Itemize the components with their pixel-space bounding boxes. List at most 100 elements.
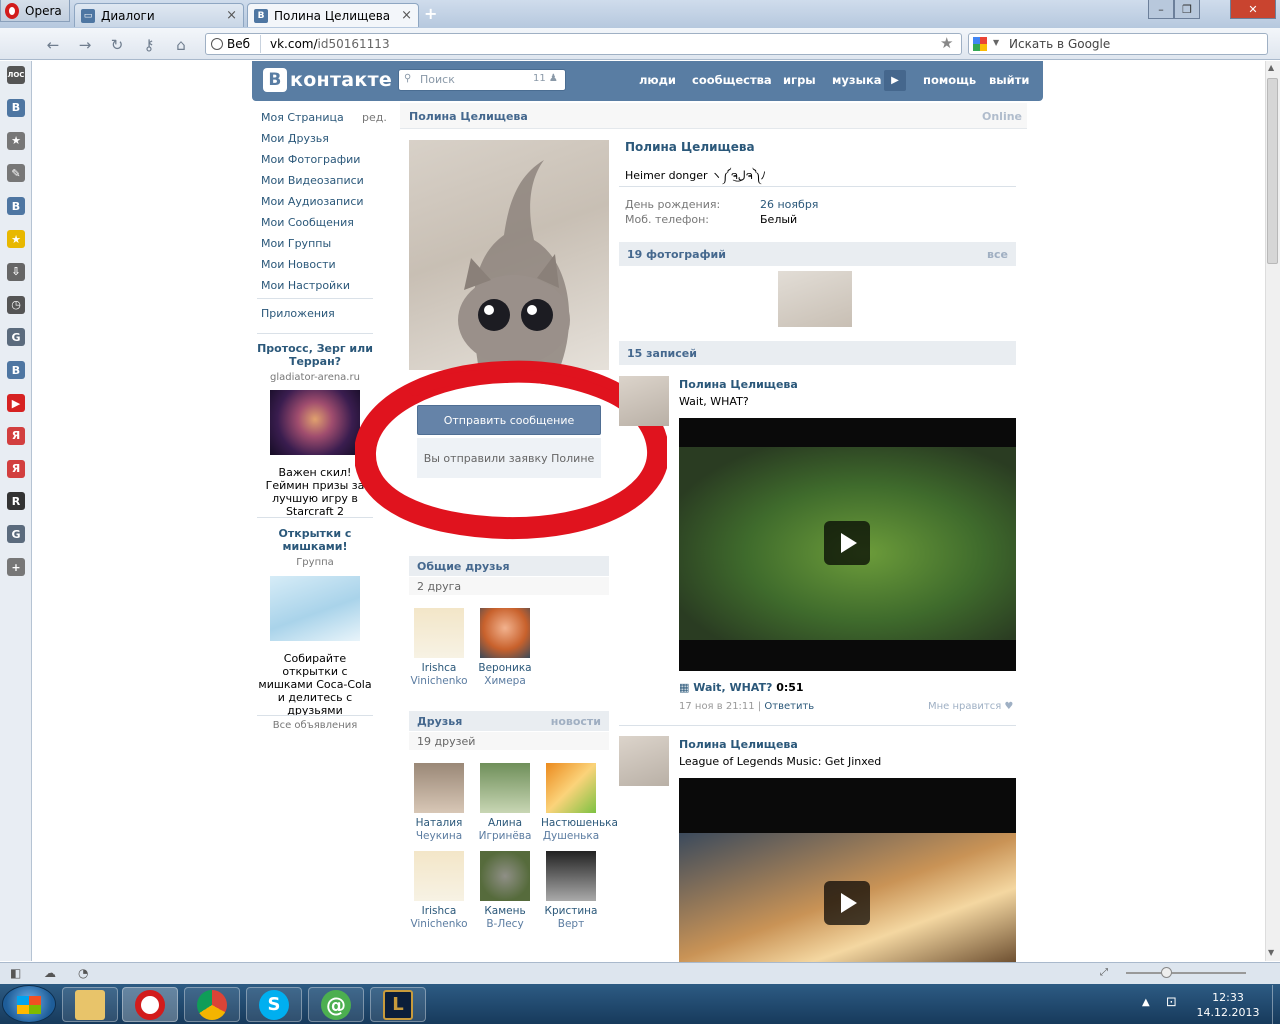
vk-icon[interactable]: В	[7, 197, 25, 216]
ad-image[interactable]	[270, 390, 360, 455]
friend-item[interactable]: Камень В-Лесу	[475, 851, 535, 931]
friends-news-link[interactable]: новости	[551, 715, 601, 728]
search-engine-dropdown-icon[interactable]: ▼	[993, 38, 999, 47]
friends-header[interactable]: Друзья новости	[409, 711, 609, 731]
friend-item[interactable]: Кристина Верт	[541, 851, 601, 931]
post-author-avatar[interactable]	[619, 736, 669, 786]
menu-item[interactable]: Мои Видеозаписи	[261, 174, 364, 187]
play-icon[interactable]	[824, 881, 870, 925]
friend-item[interactable]: Наталия Чеукина	[409, 763, 469, 843]
notes-icon[interactable]: ✎	[7, 164, 25, 183]
post-date[interactable]: 17 ноя в 21:11	[679, 701, 755, 712]
reload-icon[interactable]: ↻	[108, 36, 126, 54]
panel-toggle-icon[interactable]: ◧	[10, 966, 21, 980]
tab-dialogs[interactable]: ▭ Диалоги ×	[74, 3, 244, 27]
taskbar-league-of-legends[interactable]: L	[370, 987, 426, 1022]
menu-item[interactable]: Мои Аудиозаписи	[261, 195, 364, 208]
post-author-avatar[interactable]	[619, 376, 669, 426]
google-icon[interactable]: G	[7, 328, 25, 347]
birthday-value[interactable]: 26 ноября	[760, 198, 818, 211]
friend-last-name[interactable]: Чеукина	[409, 830, 469, 843]
like-button[interactable]: Мне нравится ♥	[928, 701, 1013, 712]
system-clock[interactable]: 12:33 14.12.2013	[1196, 990, 1260, 1020]
friend-avatar[interactable]	[414, 763, 464, 813]
friend-first-name[interactable]: Настюшенька	[541, 817, 618, 830]
friend-item[interactable]: Алина Игринёва	[475, 763, 535, 843]
scrollbar-thumb[interactable]	[1267, 78, 1278, 264]
friend-first-name[interactable]: Кристина	[541, 905, 601, 918]
friend-first-name[interactable]: Вероника	[475, 662, 535, 675]
menu-item[interactable]: Моя Страница	[261, 111, 344, 124]
menu-item[interactable]: Мои Новости	[261, 258, 336, 271]
friend-avatar[interactable]	[414, 851, 464, 901]
nav-games[interactable]: игры	[783, 73, 816, 87]
download-icon[interactable]: ⇩	[7, 262, 25, 281]
new-tab-button[interactable]: +	[424, 4, 437, 23]
friend-last-name[interactable]: Vinichenko	[409, 675, 469, 688]
home-icon[interactable]: ⌂	[172, 36, 190, 54]
menu-item[interactable]: Мои Настройки	[261, 279, 350, 292]
taskbar-skype[interactable]: S	[246, 987, 302, 1022]
ad-text[interactable]: Собирайте открытки с мишками Coca-Cola и…	[257, 652, 373, 717]
taskbar-mail-agent[interactable]: @	[308, 987, 364, 1022]
friend-item[interactable]: Настюшенька Душенька	[541, 763, 618, 843]
play-icon[interactable]	[824, 521, 870, 565]
taskbar-explorer[interactable]	[62, 987, 118, 1022]
friend-first-name[interactable]: Камень	[475, 905, 535, 918]
photos-header[interactable]: 19 фотографий все	[619, 242, 1016, 266]
profile-avatar[interactable]	[409, 140, 609, 370]
menu-item[interactable]: Мои Группы	[261, 237, 331, 250]
yandex-icon[interactable]: Я	[7, 426, 25, 445]
address-url[interactable]: vk.com/id50161113	[270, 37, 390, 51]
video-caption[interactable]: ▦ Wait, WHAT? 0:51	[679, 681, 804, 694]
start-button[interactable]	[2, 985, 56, 1023]
nav-help[interactable]: помощь	[923, 73, 976, 87]
friend-avatar[interactable]	[480, 851, 530, 901]
star-icon[interactable]: ★	[7, 131, 25, 150]
profile-status[interactable]: Heimer donger ヽ༼ຈل͜ຈ༽ﾉ	[625, 163, 766, 194]
ad-title[interactable]: Открытки с мишками!	[257, 527, 373, 553]
google-icon[interactable]: G	[7, 525, 25, 544]
bookmark-star-icon[interactable]: ★	[940, 34, 953, 52]
tab-profile[interactable]: В Полина Целищева ×	[247, 3, 419, 27]
ad-text[interactable]: Важен скил! Геймин призы за лучшую игру …	[257, 466, 373, 518]
vk-icon[interactable]: В	[7, 361, 25, 380]
forward-icon[interactable]: →	[76, 36, 94, 54]
network-icon[interactable]: ⊡	[1166, 995, 1177, 1010]
post-author[interactable]: Полина Целищева	[679, 738, 798, 751]
friend-last-name[interactable]: Душенька	[541, 830, 601, 843]
photos-all-link[interactable]: все	[987, 248, 1008, 261]
speed-icon[interactable]: ◔	[78, 966, 88, 980]
friend-avatar[interactable]	[414, 608, 464, 658]
youtube-icon[interactable]: ▶	[7, 394, 25, 412]
nav-music[interactable]: музыка	[832, 73, 882, 87]
nav-communities[interactable]: сообщества	[692, 73, 772, 87]
zoom-slider-knob[interactable]	[1161, 967, 1172, 978]
close-window-button[interactable]: ✕	[1230, 0, 1276, 19]
taskbar-opera[interactable]	[122, 987, 178, 1022]
show-desktop-button[interactable]	[1272, 985, 1280, 1024]
reply-link[interactable]: Ответить	[764, 701, 814, 712]
menu-item[interactable]: Мои Фотографии	[261, 153, 360, 166]
vk-icon[interactable]: В	[7, 98, 25, 117]
scroll-up-icon[interactable]: ▲	[1268, 63, 1274, 72]
friend-item[interactable]: Irishca Vinichenko	[409, 608, 469, 688]
friend-last-name[interactable]: В-Лесу	[475, 918, 535, 931]
post-author[interactable]: Полина Целищева	[679, 378, 798, 391]
friend-last-name[interactable]: Верт	[541, 918, 601, 931]
google-icon[interactable]	[973, 37, 987, 51]
friend-last-name[interactable]: Игринёва	[475, 830, 535, 843]
friend-first-name[interactable]: Irishca	[409, 662, 469, 675]
opera-menu-button[interactable]: Opera	[0, 0, 70, 22]
friend-last-name[interactable]: Vinichenko	[409, 918, 469, 931]
send-message-button[interactable]: Отправить сообщение	[417, 405, 601, 435]
rss-icon[interactable]: ЛОС	[7, 66, 25, 84]
friend-avatar[interactable]	[480, 608, 530, 658]
common-friends-header[interactable]: Общие друзья	[409, 556, 609, 576]
cloud-icon[interactable]: ☁	[44, 966, 56, 980]
menu-apps[interactable]: Приложения	[261, 307, 335, 320]
all-ads-link[interactable]: Все объявления	[257, 720, 373, 731]
friend-item[interactable]: Irishca Vinichenko	[409, 851, 469, 931]
nav-people[interactable]: люди	[639, 73, 676, 87]
restore-button[interactable]: ❐	[1174, 0, 1200, 19]
